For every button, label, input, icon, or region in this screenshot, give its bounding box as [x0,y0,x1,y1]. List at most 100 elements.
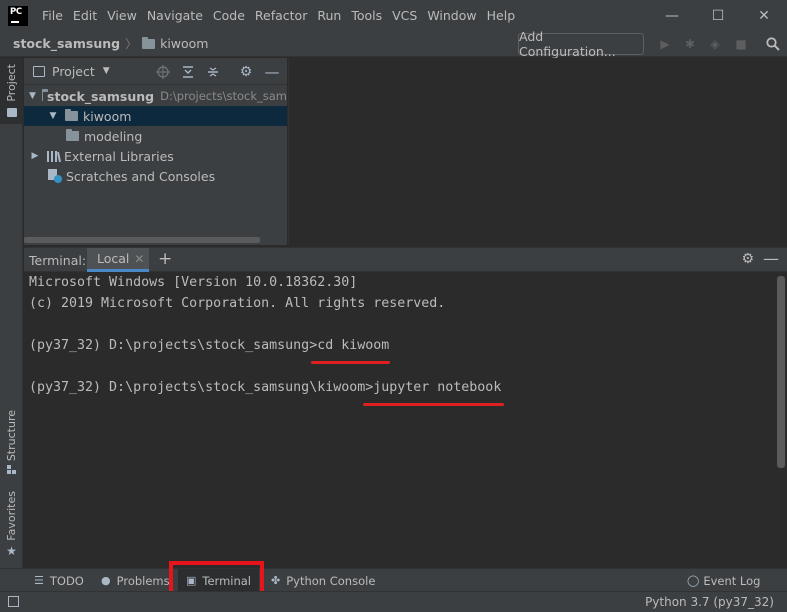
menu-vcs[interactable]: VCS [387,8,422,23]
minimize-button[interactable]: — [649,0,695,31]
menu-run[interactable]: Run [312,8,346,23]
left-tool-stripe: Project Structure Favorites ★ [0,58,23,568]
hide-panel-icon[interactable]: — [264,63,280,81]
terminal-line: (c) 2019 Microsoft Corporation. All righ… [29,296,446,311]
event-log-icon: ◯ [687,574,700,587]
chevron-down-icon[interactable]: ▼ [103,66,110,76]
project-tab-label: Project [5,64,18,102]
terminal-tab-label: Local [97,251,130,266]
search-icon[interactable] [765,36,781,52]
menu-file[interactable]: File [37,8,68,23]
folder-icon [65,109,78,121]
terminal-header: Terminal: Local ✕ + ⚙ — [24,247,787,272]
annotation-underline-jupyter [363,403,504,406]
structure-tab-label: Structure [5,410,18,462]
tree-item-label: stock_samsung [47,88,155,104]
title-bar: PC File Edit View Navigate Code Refactor… [0,0,787,31]
run-icon[interactable]: ▶ [657,36,673,52]
collapse-all-icon[interactable] [205,64,221,80]
chevron-down-icon[interactable]: ▼ [29,91,36,101]
tree-item-label: modeling [84,128,143,144]
terminal-line: Microsoft Windows [Version 10.0.18362.30… [29,275,358,290]
event-log-tool-button[interactable]: ◯ Event Log [687,569,760,592]
tree-item-external-libraries[interactable]: ▶ External Libraries [24,146,287,166]
terminal-label: Terminal: [29,253,87,268]
hide-panel-icon[interactable]: — [763,249,779,268]
menu-window[interactable]: Window [422,8,481,23]
terminal-line: (py37_32) D:\projects\stock_samsung>cd k… [29,338,390,353]
project-panel-header: Project ▼ ⚙ — [24,58,287,85]
breadcrumb-folder[interactable]: kiwoom [160,36,208,51]
tree-item-modeling[interactable]: modeling [24,126,287,146]
tree-item-path: D:\projects\stock_sam [160,89,287,103]
project-panel: Project ▼ ⚙ — ▼ stock_samsung D:\project… [24,58,287,245]
terminal-output[interactable]: Microsoft Windows [Version 10.0.18362.30… [24,272,787,568]
interpreter-status[interactable]: Python 3.7 (py37_32) [645,595,774,609]
locate-icon[interactable] [155,64,171,80]
chevron-right-icon[interactable]: ▶ [29,151,41,161]
menu-help[interactable]: Help [482,8,521,23]
python-console-tool-button[interactable]: ✤ Python Console [271,569,375,592]
problems-tool-button[interactable]: ● Problems [101,569,170,592]
maximize-button[interactable]: ☐ [695,0,741,31]
project-view-selector[interactable]: Project [52,64,95,79]
menu-navigate[interactable]: Navigate [142,8,208,23]
event-log-label: Event Log [703,573,761,588]
star-icon: ★ [6,543,17,558]
menu-refactor[interactable]: Refactor [250,8,312,23]
menu-code[interactable]: Code [208,8,250,23]
editor-area [288,58,787,245]
tree-item-label: External Libraries [64,148,174,164]
main-menu: File Edit View Navigate Code Refactor Ru… [37,8,520,23]
todo-label: TODO [49,573,84,588]
expand-all-icon[interactable] [180,64,196,80]
tool-windows-toggle-icon[interactable] [8,596,19,607]
menu-view[interactable]: View [102,8,142,23]
structure-icon [6,465,16,475]
tree-item-kiwoom[interactable]: ▼ kiwoom [24,106,287,126]
tree-item-label: Scratches and Consoles [66,168,216,184]
gear-icon[interactable]: ⚙ [741,251,754,267]
problems-label: Problems [116,573,170,588]
add-configuration-button[interactable]: Add Configuration... [518,29,644,59]
navigation-bar: stock_samsung 〉 kiwoom Add Configuration… [0,29,787,59]
gear-icon[interactable]: ⚙ [238,64,254,80]
python-console-label: Python Console [286,573,376,588]
favorites-tab-label: Favorites [5,491,18,541]
annotation-underline-cd [311,361,390,364]
close-icon[interactable]: ✕ [134,252,144,266]
python-icon: ✤ [271,574,281,587]
project-tool-tab[interactable]: Project [0,58,23,124]
breadcrumb-separator-icon: 〉 [125,37,138,51]
horizontal-scrollbar[interactable] [24,237,260,243]
structure-tool-tab[interactable]: Structure [0,410,23,475]
chevron-down-icon[interactable]: ▼ [47,111,59,121]
stop-icon[interactable]: ■ [733,36,749,52]
tool-window-bar: ☰ TODO ● Problems ▣ Terminal ✤ Python Co… [0,568,787,592]
tree-item-stock-samsung[interactable]: ▼ stock_samsung D:\projects\stock_sam [24,86,287,106]
menu-tools[interactable]: Tools [346,8,387,23]
library-icon [47,151,61,162]
pycharm-logo-icon: PC [8,5,28,26]
terminal-tab-local[interactable]: Local ✕ [87,248,149,272]
vertical-scrollbar[interactable] [777,276,785,468]
todo-tool-button[interactable]: ☰ TODO [34,569,84,592]
scratches-icon [48,169,62,183]
favorites-tool-tab[interactable]: Favorites ★ [0,491,23,558]
breadcrumb-project[interactable]: stock_samsung [13,36,120,51]
project-icon [6,107,17,117]
list-icon: ☰ [34,574,44,587]
debug-icon[interactable]: ✱ [682,36,698,52]
status-bar: Python 3.7 (py37_32) [0,591,787,612]
tree-item-label: kiwoom [83,108,132,124]
project-view-icon [33,65,45,77]
tree-item-scratches[interactable]: Scratches and Consoles [24,166,287,186]
menu-edit[interactable]: Edit [68,8,102,23]
coverage-icon[interactable]: ◈ [707,36,723,52]
problems-icon: ● [101,574,111,587]
folder-icon [66,129,79,141]
add-icon[interactable]: + [158,249,172,269]
terminal-line: (py37_32) D:\projects\stock_samsung\kiwo… [29,380,502,395]
folder-icon [142,36,156,49]
close-button[interactable]: ✕ [741,0,787,31]
